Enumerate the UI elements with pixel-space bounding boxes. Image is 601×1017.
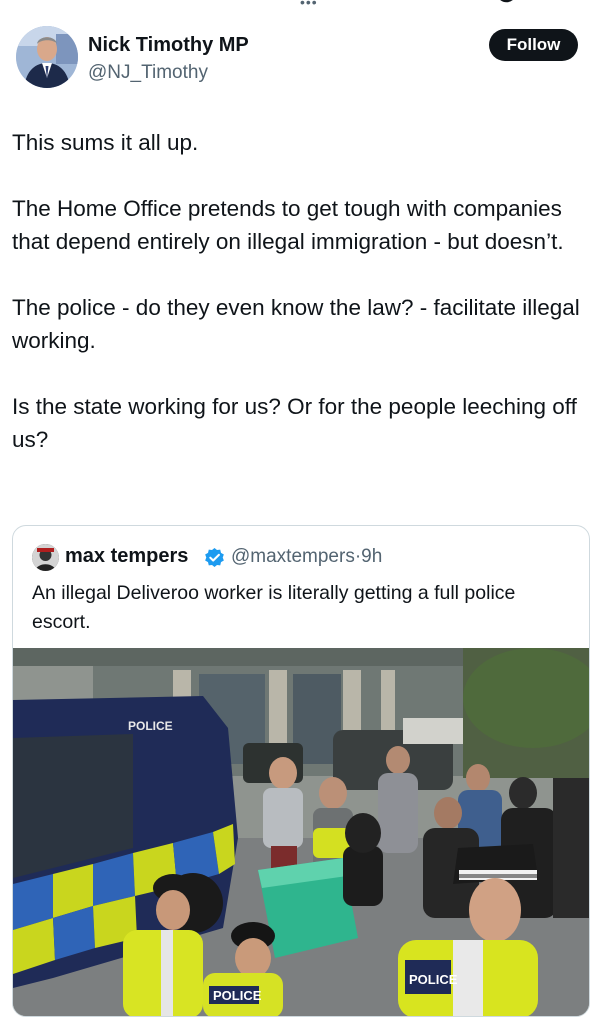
post-paragraph: This sums it all up. bbox=[12, 130, 199, 155]
vest-label-right: POLICE bbox=[409, 972, 458, 987]
quoted-post-time[interactable]: 9h bbox=[361, 546, 382, 567]
post-paragraph: The Home Office pretends to get tough wi… bbox=[12, 196, 564, 254]
van-label: POLICE bbox=[128, 719, 173, 733]
follow-button[interactable]: Follow bbox=[489, 29, 578, 61]
top-status-strip: ••• bbox=[0, 0, 601, 14]
author-avatar[interactable] bbox=[16, 26, 78, 88]
grok-icon[interactable] bbox=[494, 0, 520, 4]
author-name[interactable]: Nick Timothy MP bbox=[88, 34, 249, 57]
author-handle[interactable]: @NJ_Timothy bbox=[88, 62, 208, 84]
quoted-author-name[interactable]: max tempers bbox=[65, 545, 188, 568]
quoted-post-text: An illegal Deliveroo worker is literally… bbox=[32, 582, 516, 633]
quoted-author-handle[interactable]: @maxtempers bbox=[231, 546, 355, 567]
post-author-header: Nick Timothy MP @NJ_Timothy Follow bbox=[16, 25, 586, 95]
post-body: This sums it all up. The Home Office pre… bbox=[12, 126, 587, 489]
more-dots-icon[interactable]: ••• bbox=[300, 0, 318, 10]
quoted-author-avatar[interactable] bbox=[32, 544, 59, 571]
quoted-post-image[interactable]: POLICE POLICE POLICE bbox=[13, 648, 589, 1016]
quoted-author-meta: @maxtempers·9h bbox=[231, 546, 382, 568]
post-paragraph: The police - do they even know the law? … bbox=[12, 295, 580, 353]
quoted-post-card[interactable]: max tempers @maxtempers·9h An illegal De… bbox=[12, 525, 590, 1017]
verified-badge-icon bbox=[205, 547, 224, 568]
vest-label-center: POLICE bbox=[213, 988, 262, 1003]
post-paragraph: Is the state working for us? Or for the … bbox=[12, 394, 577, 452]
street-scene-photo: POLICE POLICE POLICE bbox=[13, 648, 589, 1016]
